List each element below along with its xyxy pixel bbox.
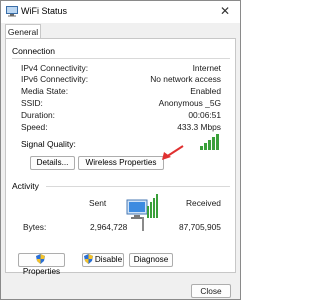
ssid-value: Anonymous _5G [158,98,221,108]
connection-divider [12,58,230,59]
window-title: WiFi Status [21,6,68,16]
ssid-row: SSID: Anonymous _5G [21,98,221,108]
ipv6-value: No network access [150,74,221,84]
speed-row: Speed: 433.3 Mbps [21,122,221,132]
wifi-status-window: WiFi Status ✕ General Connection IPv4 Co… [0,0,241,300]
media-state-value: Enabled [190,86,221,96]
shield-icon [36,254,45,264]
speed-value: 433.3 Mbps [177,122,221,132]
media-state-row: Media State: Enabled [21,86,221,96]
disable-label: Disable [94,255,123,264]
activity-separator [142,217,144,231]
ipv6-row: IPv6 Connectivity: No network access [21,74,221,84]
duration-value: 00:06:51 [188,110,221,120]
ipv4-label: IPv4 Connectivity: [21,63,89,73]
duration-label: Duration: [21,110,55,120]
title-bar: WiFi Status ✕ [1,1,240,23]
signal-strength-icon [200,134,219,150]
ipv4-value: Internet [192,63,221,73]
activity-heading: Activity [12,181,39,191]
ipv4-row: IPv4 Connectivity: Internet [21,63,221,73]
signal-quality-label: Signal Quality: [21,139,76,149]
close-icon[interactable]: ✕ [218,4,232,18]
sent-label: Sent [89,198,107,208]
annotation-arrow-icon [162,145,184,160]
shield-icon [83,254,93,264]
diagnose-button[interactable]: Diagnose [129,253,173,267]
speed-label: Speed: [21,122,48,132]
properties-button[interactable]: Properties [18,253,65,276]
bytes-received-value: 87,705,905 [179,222,221,232]
properties-label: Properties [22,267,61,276]
bytes-label: Bytes: [23,222,47,232]
received-label: Received [186,198,221,208]
disable-button[interactable]: Disable [82,253,124,267]
duration-row: Duration: 00:06:51 [21,110,221,120]
network-icon [6,6,18,17]
wireless-properties-button[interactable]: Wireless Properties [78,156,164,170]
ssid-label: SSID: [21,98,43,108]
ipv6-label: IPv6 Connectivity: [21,74,89,84]
activity-divider [46,186,230,187]
details-button[interactable]: Details... [30,156,75,170]
bytes-sent-value: 2,964,728 [90,222,128,232]
media-state-label: Media State: [21,86,69,96]
tab-general[interactable]: General [5,24,41,39]
close-button[interactable]: Close [191,284,231,298]
connection-heading: Connection [12,46,56,56]
